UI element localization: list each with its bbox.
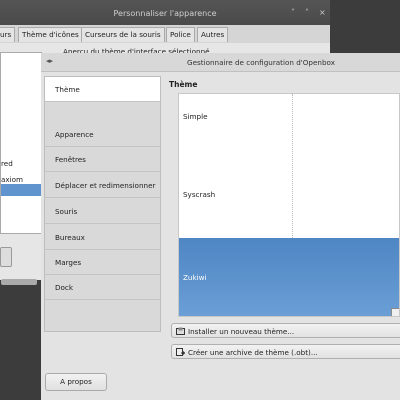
openbox-window-title: Gestionnaire de configuration d'Openbox — [187, 58, 335, 67]
archive-icon — [176, 348, 185, 356]
close-icon[interactable]: × — [319, 8, 326, 17]
theme-row-zukiwi[interactable]: Zukiwi — [179, 238, 399, 316]
bg-button[interactable] — [0, 247, 12, 267]
tab-icon-theme[interactable]: Thème d'icônes — [18, 27, 83, 42]
theme-name: Syscrash — [183, 190, 216, 199]
create-archive-button[interactable]: Créer une archive de thème (.obt)... — [171, 344, 400, 359]
page-title: Thème — [169, 80, 198, 89]
install-theme-label: Installer un nouveau thème... — [188, 327, 295, 336]
create-archive-label: Créer une archive de thème (.obt)... — [188, 348, 318, 357]
about-button[interactable]: A propos — [45, 373, 107, 391]
maximize-icon[interactable]: ˄ — [305, 8, 309, 17]
install-theme-button[interactable]: Installer un nouveau thème... — [171, 323, 400, 338]
sidebar-item-appearance[interactable]: Apparence — [45, 122, 160, 147]
list-item[interactable]: red — [1, 159, 13, 168]
sidebar-item-windows[interactable]: Fenêtres — [45, 147, 160, 172]
appearance-tabs: urs Thème d'icônes Curseurs de la souris… — [0, 25, 330, 43]
theme-list-bg[interactable]: red axiom — [0, 52, 42, 285]
theme-list[interactable]: Simple Syscrash Zukiwi N D S — [178, 93, 400, 317]
context-menu-header — [392, 309, 399, 316]
scrollbar[interactable] — [1, 279, 37, 285]
selected-row[interactable] — [1, 184, 41, 196]
openbox-titlebar[interactable]: ◂▸ Gestionnaire de configuration d'Openb… — [41, 53, 400, 72]
minimize-icon[interactable]: ˅ — [291, 8, 295, 17]
sidebar-item-theme[interactable]: Thème — [45, 77, 160, 102]
tab-other[interactable]: Autres — [197, 27, 229, 42]
settings-sidebar: Thème Apparence Fenêtres Déplacer et red… — [44, 76, 161, 332]
appearance-titlebar[interactable]: Personnaliser l'apparence ˅ ˄ × — [0, 0, 330, 25]
pin-icon[interactable]: ◂▸ — [46, 57, 53, 65]
sidebar-item-desktops[interactable]: Bureaux — [45, 225, 160, 250]
theme-name: Zukiwi — [183, 273, 207, 282]
appearance-window-title: Personnaliser l'apparence — [113, 9, 217, 18]
sidebar-item-margins[interactable]: Marges — [45, 250, 160, 275]
sidebar-item-dock[interactable]: Dock — [45, 275, 160, 300]
openbox-config-window: ◂▸ Gestionnaire de configuration d'Openb… — [41, 53, 400, 400]
theme-row-syscrash[interactable]: Syscrash — [179, 186, 399, 206]
install-icon — [176, 327, 185, 335]
list-item[interactable]: axiom — [1, 175, 23, 184]
tab-font[interactable]: Police — [166, 27, 195, 42]
tab-mouse-cursors[interactable]: Curseurs de la souris — [81, 27, 165, 42]
sidebar-item-move-resize[interactable]: Déplacer et redimensionner — [45, 173, 160, 198]
context-menu[interactable]: N D S — [391, 308, 399, 316]
sidebar-item-mouse[interactable]: Souris — [45, 199, 160, 224]
theme-name: Simple — [183, 112, 208, 121]
tab-controls[interactable]: urs — [0, 27, 16, 42]
theme-row-simple[interactable]: Simple — [179, 108, 399, 128]
